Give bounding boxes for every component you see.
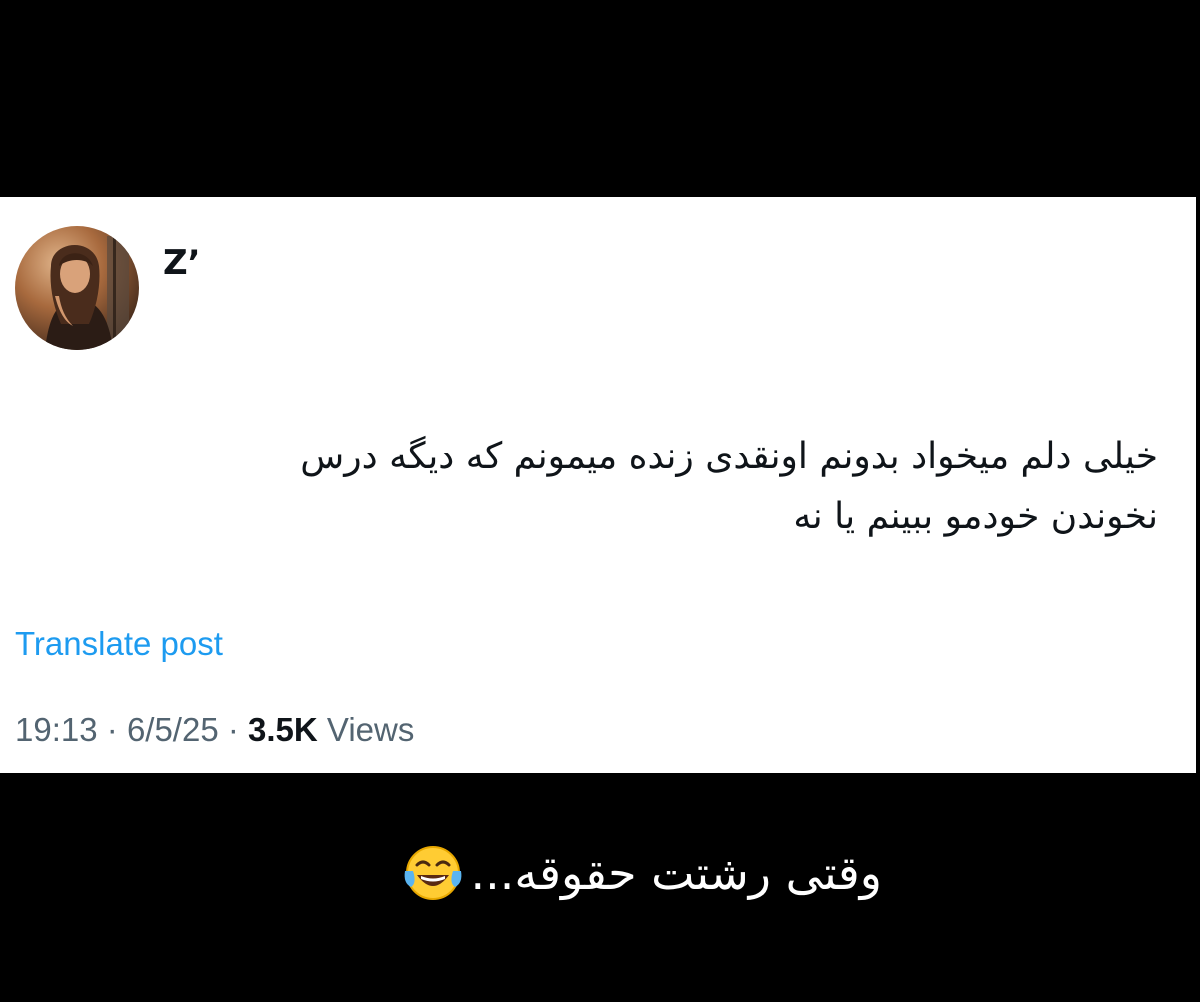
tweet-card: Z’ خیلی دلم میخواد بدونم اونقدی زنده میم… <box>0 197 1196 773</box>
meme-caption: وقتی رشتت حقوقه... <box>322 838 882 908</box>
views-label: Views <box>326 711 415 748</box>
views-count: 3.5K <box>248 711 318 748</box>
tears-of-joy-emoji-icon <box>401 841 465 905</box>
meta-separator: · <box>227 711 239 748</box>
author-display-name[interactable]: Z’ <box>163 243 201 283</box>
tweet-text-line: خیلی دلم میخواد بدونم اونقدی زنده میمونم… <box>300 436 1158 477</box>
profile-photo-icon <box>15 226 139 350</box>
caption-text: وقتی رشتت حقوقه... <box>470 846 882 900</box>
meta-separator: · <box>106 711 118 748</box>
tweet-meta-row: 19:13 · 6/5/25 · 3.5K Views <box>15 710 414 750</box>
tweet-date[interactable]: 6/5/25 <box>127 711 219 748</box>
screenshot-page: Z’ خیلی دلم میخواد بدونم اونقدی زنده میم… <box>0 0 1200 1002</box>
tweet-text-line: نخوندن خودمو ببینم یا نه <box>793 496 1158 537</box>
tweet-text: خیلی دلم میخواد بدونم اونقدی زنده میمونم… <box>58 427 1158 547</box>
translate-post-link[interactable]: Translate post <box>15 624 223 664</box>
author-avatar[interactable] <box>15 226 139 350</box>
tweet-time[interactable]: 19:13 <box>15 711 98 748</box>
